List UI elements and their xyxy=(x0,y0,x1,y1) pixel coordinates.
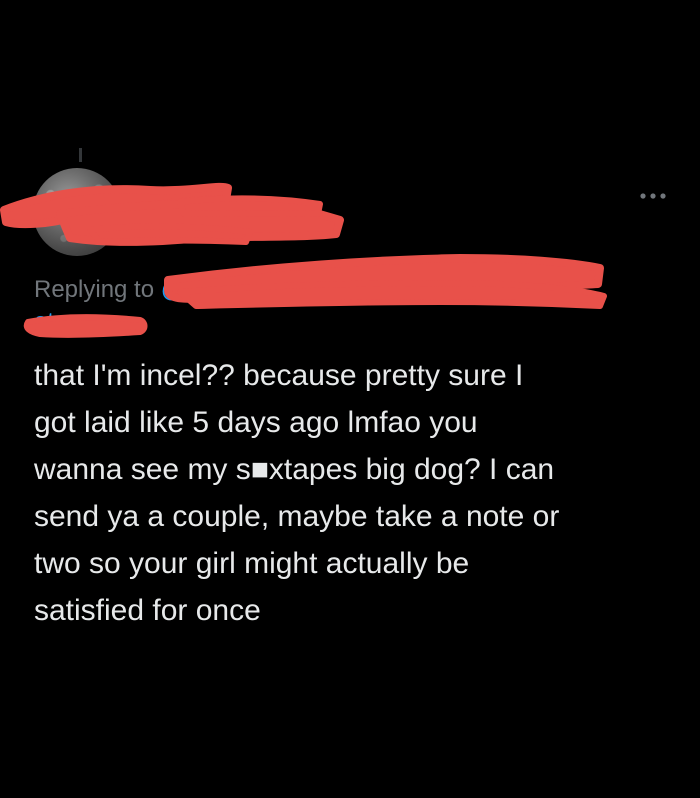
thread-connector-line xyxy=(79,148,82,162)
avatar[interactable] xyxy=(33,168,121,256)
more-options-button[interactable] xyxy=(636,184,670,208)
replying-to-line: Replying to @ 3 ot xyxy=(34,274,674,338)
tweet-text: that I'm incel?? because pretty sure I g… xyxy=(34,359,560,627)
replying-to-suffix[interactable]: 3 xyxy=(185,276,205,303)
replying-to-label: Replying to xyxy=(34,276,161,303)
redaction-scribble-name-4 xyxy=(177,195,323,217)
replying-to-others[interactable]: ot xyxy=(34,308,54,335)
replying-to-mention[interactable]: @ xyxy=(161,276,185,303)
avatar-image xyxy=(33,168,121,256)
more-horizontal-icon xyxy=(640,193,666,199)
